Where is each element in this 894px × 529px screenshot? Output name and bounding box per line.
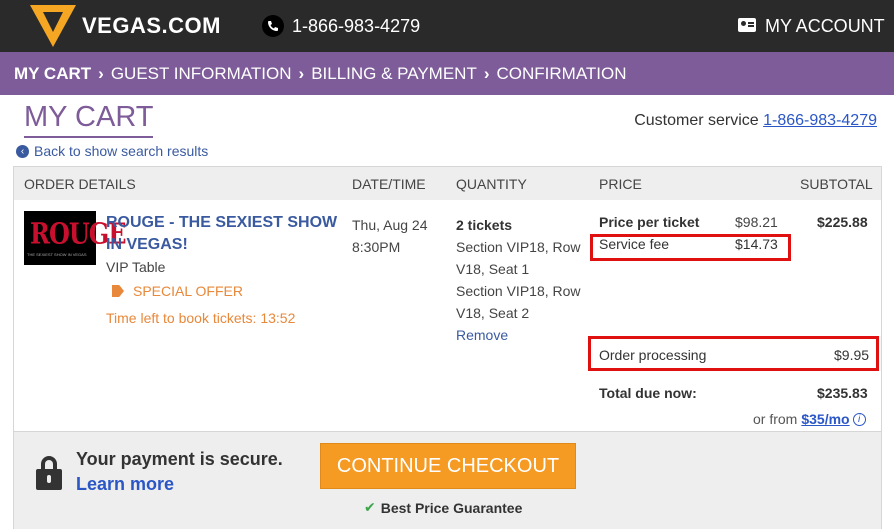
financing-prefix: or from: [753, 411, 798, 427]
header-quantity: QUANTITY: [456, 176, 527, 192]
cart-table: ORDER DETAILS DATE/TIME QUANTITY PRICE S…: [13, 166, 882, 432]
breadcrumb-step-cart[interactable]: MY CART: [14, 64, 91, 84]
my-account-link[interactable]: MY ACCOUNT: [765, 16, 885, 37]
breadcrumb-step-billing: BILLING & PAYMENT: [311, 63, 477, 83]
checkout-breadcrumb: MY CART › GUEST INFORMATION › BILLING & …: [0, 52, 894, 95]
seat-2: Section VIP18, Row V18, Seat 2: [456, 283, 581, 321]
ticket-count: 2 tickets: [456, 217, 513, 233]
remove-link[interactable]: Remove: [456, 324, 591, 346]
financing-info: or from $35/mo i: [753, 411, 866, 427]
vegas-logo-icon[interactable]: [30, 5, 76, 47]
tag-icon: [112, 285, 124, 297]
customer-service-phone-link[interactable]: 1-866-983-4279: [763, 112, 877, 129]
guarantee-label: Best Price Guarantee: [380, 499, 523, 516]
special-offer: SPECIAL OFFER: [112, 283, 243, 299]
price-per-ticket-value: $98.21: [735, 214, 778, 230]
time-left: Time left to book tickets: 13:52: [106, 310, 296, 326]
checkout-footer: Your payment is secure. Learn more CONTI…: [13, 432, 882, 529]
back-to-results-link[interactable]: ‹ Back to show search results: [16, 143, 208, 159]
quantity-cell: 2 tickets Section VIP18, Row V18, Seat 1…: [456, 214, 591, 346]
thumbnail-subtitle: THE SEXIEST SHOW IN VEGAS: [27, 252, 87, 257]
table-header: ORDER DETAILS DATE/TIME QUANTITY PRICE S…: [14, 167, 881, 200]
show-date: Thu, Aug 24: [352, 217, 428, 233]
page-title: MY CART: [24, 101, 154, 138]
account-card-icon[interactable]: [738, 18, 756, 32]
date-time-cell: Thu, Aug 24 8:30PM: [352, 214, 428, 258]
show-thumbnail[interactable]: ROUGE THE SEXIEST SHOW IN VEGAS: [24, 211, 127, 265]
header-phone[interactable]: 1-866-983-4279: [292, 16, 420, 37]
header-subtotal: SUBTOTAL: [800, 176, 873, 192]
customer-service-label: Customer service: [634, 112, 759, 129]
logo-text[interactable]: VEGAS.COM: [82, 13, 221, 39]
service-fee-highlight-box: [590, 234, 791, 261]
chevron-right-icon: ›: [98, 63, 104, 83]
back-link-label[interactable]: Back to show search results: [34, 143, 208, 159]
header-order-details: ORDER DETAILS: [24, 176, 136, 192]
top-header: VEGAS.COM 1-866-983-4279 MY ACCOUNT: [0, 0, 894, 52]
chevron-right-icon: ›: [483, 63, 490, 83]
learn-more-link[interactable]: Learn more: [76, 474, 174, 495]
total-due-value: $235.83: [817, 385, 868, 401]
chevron-right-icon: ›: [298, 63, 305, 83]
total-due-label: Total due now:: [599, 385, 697, 401]
header-price: PRICE: [599, 176, 642, 192]
show-time: 8:30PM: [352, 239, 401, 255]
special-offer-label: SPECIAL OFFER: [133, 283, 243, 299]
secure-payment-text: Your payment is secure.: [76, 449, 283, 469]
financing-link[interactable]: $35/mo: [801, 411, 849, 427]
package-name: VIP Table: [106, 259, 166, 275]
price-per-ticket-label: Price per ticket: [599, 214, 700, 230]
seat-1: Section VIP18, Row V18, Seat 1: [456, 239, 581, 277]
best-price-guarantee: ✔ Best Price Guarantee: [364, 499, 522, 516]
phone-icon: [262, 15, 284, 37]
chevron-left-circle-icon: ‹: [16, 144, 29, 158]
lock-icon: [36, 456, 62, 490]
show-title-link[interactable]: ROUGE - THE SEXIEST SHOW IN VEGAS!: [106, 212, 338, 256]
breadcrumb-step-guest-info: GUEST INFORMATION: [110, 63, 292, 83]
header-date-time: DATE/TIME: [352, 176, 426, 192]
info-icon[interactable]: i: [852, 412, 866, 426]
order-processing-highlight-box: [588, 336, 879, 371]
breadcrumb-step-confirmation: CONFIRMATION: [496, 63, 627, 83]
continue-checkout-button[interactable]: CONTINUE CHECKOUT: [320, 443, 576, 489]
item-subtotal: $225.88: [817, 214, 868, 230]
checkmark-icon: ✔: [364, 499, 376, 515]
customer-service: Customer service 1-866-983-4279: [634, 112, 877, 130]
